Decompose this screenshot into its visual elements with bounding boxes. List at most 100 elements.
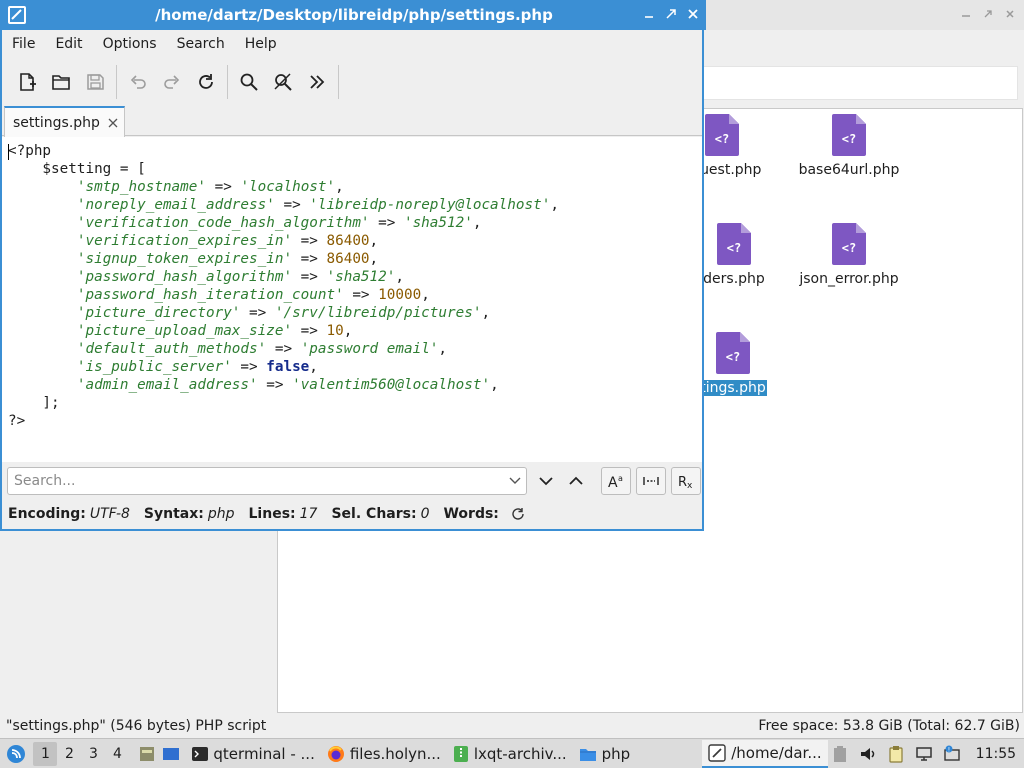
words-label: Words: (443, 506, 499, 522)
array-key: 'smtp_hostname' (76, 179, 206, 195)
folder-icon (579, 748, 596, 761)
find-button[interactable] (232, 65, 266, 99)
quicklaunch-files[interactable] (135, 742, 158, 766)
code-line: ?> (8, 413, 26, 429)
regex-icon: Rx (678, 475, 693, 489)
task-featherpad[interactable]: /home/dar... (702, 739, 828, 768)
tray-clipboard[interactable] (884, 742, 908, 766)
tab-settings-php[interactable]: settings.php (4, 106, 125, 137)
toolbar-separator (116, 65, 117, 99)
code-line: 'smtp_hostname' => 'localhost', (76, 179, 344, 195)
file-manager-window-controls (958, 6, 1018, 22)
minimize-icon[interactable] (958, 6, 974, 22)
lines-label: Lines: (248, 506, 296, 522)
save-button[interactable] (78, 65, 112, 99)
task-label: files.holyn... (349, 744, 441, 763)
tab-close-icon[interactable] (108, 118, 118, 128)
menu-help[interactable]: Help (235, 36, 287, 52)
array-key: 'admin_email_address' (76, 377, 258, 393)
array-value: 'libreidp-noreply@localhost' (309, 197, 551, 213)
find-next-button[interactable] (531, 467, 561, 495)
maximize-icon[interactable] (664, 7, 678, 21)
chevron-down-icon (509, 477, 521, 484)
menu-options[interactable]: Options (93, 36, 167, 52)
php-file-icon: <? (717, 223, 751, 265)
menu-search[interactable]: Search (167, 36, 235, 52)
svg-text:a: a (618, 474, 623, 483)
editor-titlebar[interactable]: /home/dartz/Desktop/libreidp/php/setting… (2, 0, 706, 30)
system-tray: ! 11:55 (828, 742, 1024, 766)
task-lxqt-archiver[interactable]: lxqt-archiv... (447, 740, 573, 768)
desktop-4[interactable]: 4 (105, 742, 129, 766)
close-icon[interactable] (1002, 6, 1018, 22)
task-php-folder[interactable]: php (573, 740, 637, 768)
app-launcher[interactable] (4, 742, 27, 766)
regex-toggle[interactable]: Rx (671, 467, 701, 495)
svg-text:!: ! (947, 746, 949, 753)
tray-updates[interactable]: ! (940, 742, 964, 766)
terminal-icon (192, 746, 209, 761)
quicklaunch-desktop[interactable] (159, 742, 182, 766)
replace-icon (274, 73, 292, 91)
code-line: 'password_hash_algorithm' => 'sha512', (76, 269, 404, 285)
tray-network[interactable] (912, 742, 936, 766)
toolbar-separator (338, 65, 339, 99)
open-file-button[interactable] (44, 65, 78, 99)
redo-button[interactable] (155, 65, 189, 99)
file-name: json_error.php (799, 271, 899, 287)
search-history-dropdown[interactable] (509, 476, 521, 486)
notification-icon: ! (943, 745, 960, 761)
path-bar[interactable] (700, 66, 1018, 100)
array-value: 10 (326, 323, 344, 339)
task-firefox[interactable]: files.holyn... (321, 740, 447, 768)
clock[interactable]: 11:55 (976, 746, 1016, 762)
svg-text:<?: <? (842, 241, 856, 255)
volume-icon (860, 747, 874, 760)
maximize-icon[interactable] (980, 6, 996, 22)
match-case-toggle[interactable]: Aa (601, 467, 631, 495)
array-key: 'picture_directory' (76, 305, 241, 321)
editor-statusbar: Encoding: UTF-8 Syntax: php Lines: 17 Se… (2, 502, 702, 526)
array-key: 'verification_expires_in' (76, 233, 293, 249)
minimize-icon[interactable] (642, 7, 656, 21)
whole-word-toggle[interactable] (636, 467, 666, 495)
open-folder-icon (52, 75, 70, 90)
menu-file[interactable]: File (2, 36, 45, 52)
tab-label: settings.php (13, 114, 100, 131)
tray-archive[interactable] (828, 742, 852, 766)
reload-button[interactable] (189, 65, 223, 99)
file-name: ders.php (703, 271, 765, 287)
array-value: 86400 (326, 233, 370, 249)
desktop-2[interactable]: 2 (57, 742, 81, 766)
more-tools-button[interactable] (300, 65, 334, 99)
undo-button[interactable] (121, 65, 155, 99)
file-item[interactable]: <? json_error.php (794, 223, 904, 287)
code-editor[interactable]: <?php $setting = [ 'smtp_hostname' => 'l… (2, 137, 702, 462)
array-key: 'noreply_email_address' (76, 197, 275, 213)
lxqt-logo-icon (6, 744, 25, 763)
new-file-button[interactable] (10, 65, 44, 99)
file-item[interactable]: <? base64url.php (794, 114, 904, 178)
array-value: false (266, 359, 310, 375)
close-icon[interactable] (686, 7, 700, 21)
taskbar: 1 2 3 4 qterminal - ... files.holyn... l… (0, 738, 1024, 768)
refresh-word-count-button[interactable] (511, 507, 525, 521)
file-name: tings.php (699, 380, 767, 396)
editor-window: /home/dartz/Desktop/libreidp/php/setting… (0, 0, 706, 531)
menu-edit[interactable]: Edit (45, 36, 92, 52)
array-value: 'password email' (300, 341, 439, 357)
task-qterminal[interactable]: qterminal - ... (186, 740, 320, 768)
code-line: $setting = [ (8, 161, 146, 177)
desktop-3[interactable]: 3 (81, 742, 105, 766)
desktop-switcher: 1 2 3 4 (33, 741, 129, 766)
replace-button[interactable] (266, 65, 300, 99)
tray-volume[interactable] (856, 742, 880, 766)
arrow-down-icon (539, 477, 553, 486)
archive-icon (453, 745, 468, 762)
php-file-icon: <? (832, 223, 866, 265)
search-input[interactable]: Search... (7, 467, 527, 495)
find-previous-button[interactable] (561, 467, 591, 495)
desktop-1[interactable]: 1 (33, 741, 58, 766)
code-line: ]; (8, 395, 60, 411)
whole-word-icon (643, 477, 659, 485)
